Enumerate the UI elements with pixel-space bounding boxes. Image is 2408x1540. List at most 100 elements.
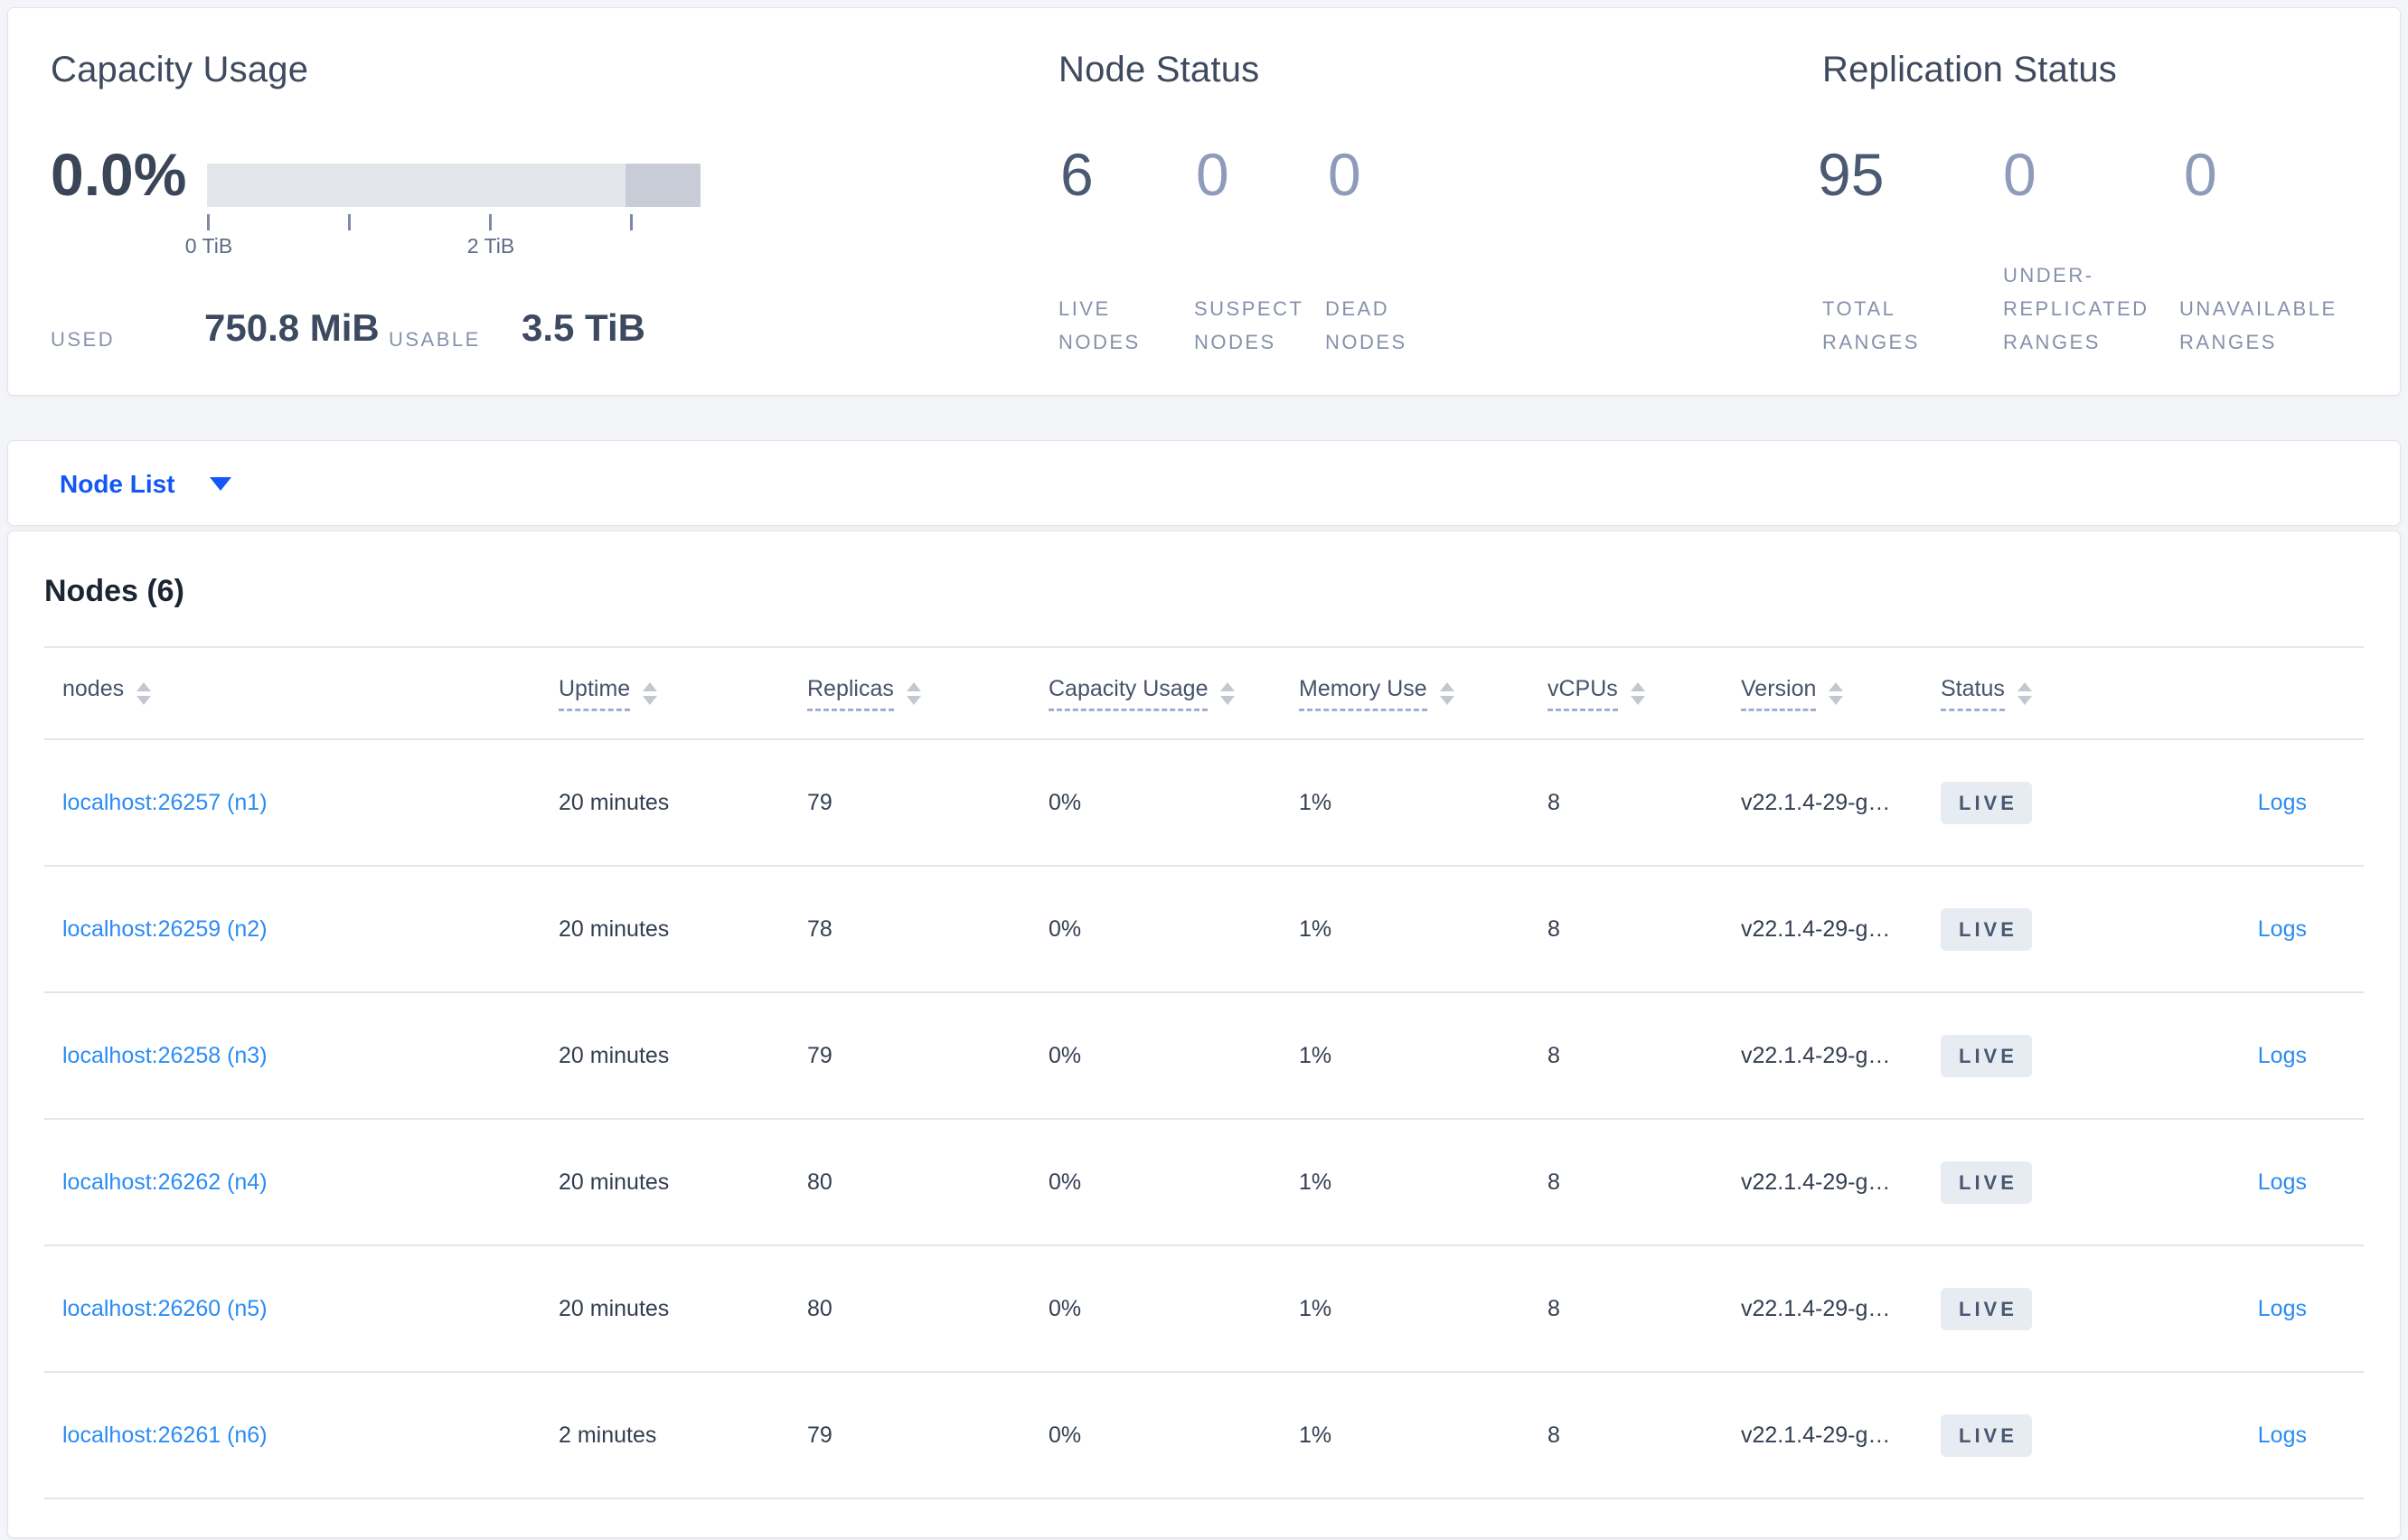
table-row: localhost:26259 (n2) 20 minutes 78 0% 1%…	[44, 867, 2364, 993]
sort-icon	[136, 681, 152, 705]
suspect-nodes-count: 0	[1196, 141, 1229, 208]
axis-tick	[630, 214, 633, 230]
sort-icon	[1439, 681, 1454, 705]
version-cell: v22.1.4-29-g…	[1741, 1295, 1891, 1321]
nodes-table-title: Nodes (6)	[44, 574, 184, 608]
capacity-usage-cell: 0%	[1049, 1422, 1082, 1448]
memory-use-cell: 1%	[1299, 789, 1332, 815]
sort-icon	[1829, 681, 1844, 705]
column-header-status[interactable]: Status	[1941, 676, 2149, 711]
vcpus-cell: 8	[1547, 1169, 1560, 1195]
total-ranges-label: TOTAL RANGES	[1822, 297, 1920, 353]
version-cell: v22.1.4-29-g…	[1741, 1042, 1891, 1068]
dead-nodes-count: 0	[1328, 141, 1361, 208]
status-badge: LIVE	[1941, 907, 2032, 951]
table-row: localhost:26260 (n5) 20 minutes 80 0% 1%…	[44, 1246, 2364, 1373]
sort-icon	[1630, 681, 1645, 705]
logs-link[interactable]: Logs	[2258, 1169, 2307, 1195]
memory-use-cell: 1%	[1299, 1295, 1332, 1321]
logs-link[interactable]: Logs	[2258, 1296, 2307, 1321]
vcpus-cell: 8	[1547, 1422, 1560, 1448]
cluster-summary-panel: Capacity Usage 0.0% 0 TiB 2 TiB USED 750…	[7, 7, 2401, 396]
status-badge: LIVE	[1941, 1160, 2032, 1204]
sort-icon	[2017, 681, 2032, 705]
view-selector-label: Node List	[60, 469, 175, 498]
node-link[interactable]: localhost:26258 (n3)	[62, 1043, 268, 1068]
view-selector-dropdown[interactable]: Node List	[60, 441, 231, 527]
vcpus-cell: 8	[1547, 916, 1560, 942]
under-replicated-ranges-count: 0	[2003, 141, 2036, 208]
uptime-cell: 20 minutes	[559, 1042, 670, 1068]
capacity-used-percent: 0.0%	[51, 141, 187, 208]
node-list-panel: Nodes (6) nodes Uptime Replicas Capacity…	[7, 531, 2401, 1538]
table-row: localhost:26261 (n6) 2 minutes 79 0% 1% …	[44, 1373, 2364, 1499]
replicas-cell: 79	[807, 1042, 832, 1068]
capacity-usage-title: Capacity Usage	[51, 50, 309, 89]
axis-tick-label: 0 TiB	[184, 234, 233, 258]
replicas-cell: 80	[807, 1295, 832, 1321]
table-header-row: nodes Uptime Replicas Capacity Usage Mem…	[44, 646, 2364, 740]
logs-link[interactable]: Logs	[2258, 1423, 2307, 1448]
version-cell: v22.1.4-29-g…	[1741, 916, 1891, 942]
uptime-cell: 2 minutes	[559, 1422, 657, 1448]
column-header-capacity-usage[interactable]: Capacity Usage	[1049, 676, 1299, 711]
uptime-cell: 20 minutes	[559, 916, 670, 942]
capacity-usage-cell: 0%	[1049, 1042, 1082, 1068]
node-link[interactable]: localhost:26259 (n2)	[62, 916, 268, 942]
table-row: localhost:26258 (n3) 20 minutes 79 0% 1%…	[44, 993, 2364, 1120]
column-header-vcpus[interactable]: vCPUs	[1547, 676, 1741, 711]
node-link[interactable]: localhost:26261 (n6)	[62, 1423, 268, 1448]
under-replicated-ranges-label: UNDER- REPLICATED RANGES	[2003, 264, 2149, 353]
vcpus-cell: 8	[1547, 789, 1560, 815]
capacity-usage-cell: 0%	[1049, 1169, 1082, 1195]
replication-status-title: Replication Status	[1822, 50, 2118, 89]
replicas-cell: 78	[807, 916, 832, 942]
view-selector-strip: Node List	[7, 440, 2401, 526]
version-cell: v22.1.4-29-g…	[1741, 789, 1891, 815]
used-label: USED	[51, 328, 116, 351]
sort-icon	[1220, 681, 1236, 705]
replicas-cell: 79	[807, 1422, 832, 1448]
node-status-title: Node Status	[1058, 50, 1260, 89]
axis-tick	[348, 214, 351, 230]
logs-link[interactable]: Logs	[2258, 790, 2307, 815]
unavailable-ranges-count: 0	[2184, 141, 2217, 208]
dead-nodes-label: DEAD NODES	[1325, 297, 1407, 353]
sort-icon	[906, 681, 921, 705]
memory-use-cell: 1%	[1299, 1169, 1332, 1195]
status-badge: LIVE	[1941, 1287, 2032, 1330]
axis-tick	[489, 214, 492, 230]
column-header-uptime[interactable]: Uptime	[559, 676, 807, 711]
memory-use-cell: 1%	[1299, 1042, 1332, 1068]
chevron-down-icon	[209, 477, 231, 491]
usable-value: 3.5 TiB	[522, 306, 645, 349]
status-badge: LIVE	[1941, 781, 2032, 824]
logs-link[interactable]: Logs	[2258, 1043, 2307, 1068]
capacity-bar-reserved-segment	[626, 164, 701, 207]
column-header-nodes[interactable]: nodes	[44, 676, 559, 711]
axis-tick-label: 2 TiB	[466, 234, 515, 258]
used-value: 750.8 MiB	[204, 306, 380, 349]
version-cell: v22.1.4-29-g…	[1741, 1169, 1891, 1195]
node-link[interactable]: localhost:26257 (n1)	[62, 790, 268, 815]
capacity-usage-bar	[207, 164, 701, 207]
unavailable-ranges-label: UNAVAILABLE RANGES	[2179, 297, 2337, 353]
status-badge: LIVE	[1941, 1034, 2032, 1077]
node-link[interactable]: localhost:26260 (n5)	[62, 1296, 268, 1321]
capacity-usage-cell: 0%	[1049, 789, 1082, 815]
node-link[interactable]: localhost:26262 (n4)	[62, 1169, 268, 1195]
column-header-memory-use[interactable]: Memory Use	[1299, 676, 1547, 711]
memory-use-cell: 1%	[1299, 1422, 1332, 1448]
capacity-usage-cell: 0%	[1049, 1295, 1082, 1321]
capacity-bar-axis	[207, 214, 701, 232]
replicas-cell: 79	[807, 789, 832, 815]
live-nodes-label: LIVE NODES	[1058, 297, 1141, 353]
uptime-cell: 20 minutes	[559, 1295, 670, 1321]
logs-link[interactable]: Logs	[2258, 916, 2307, 942]
version-cell: v22.1.4-29-g…	[1741, 1422, 1891, 1448]
capacity-usage-cell: 0%	[1049, 916, 1082, 942]
table-row: localhost:26257 (n1) 20 minutes 79 0% 1%…	[44, 740, 2364, 867]
total-ranges-count: 95	[1818, 141, 1885, 208]
column-header-replicas[interactable]: Replicas	[807, 676, 1049, 711]
column-header-version[interactable]: Version	[1741, 676, 1941, 711]
